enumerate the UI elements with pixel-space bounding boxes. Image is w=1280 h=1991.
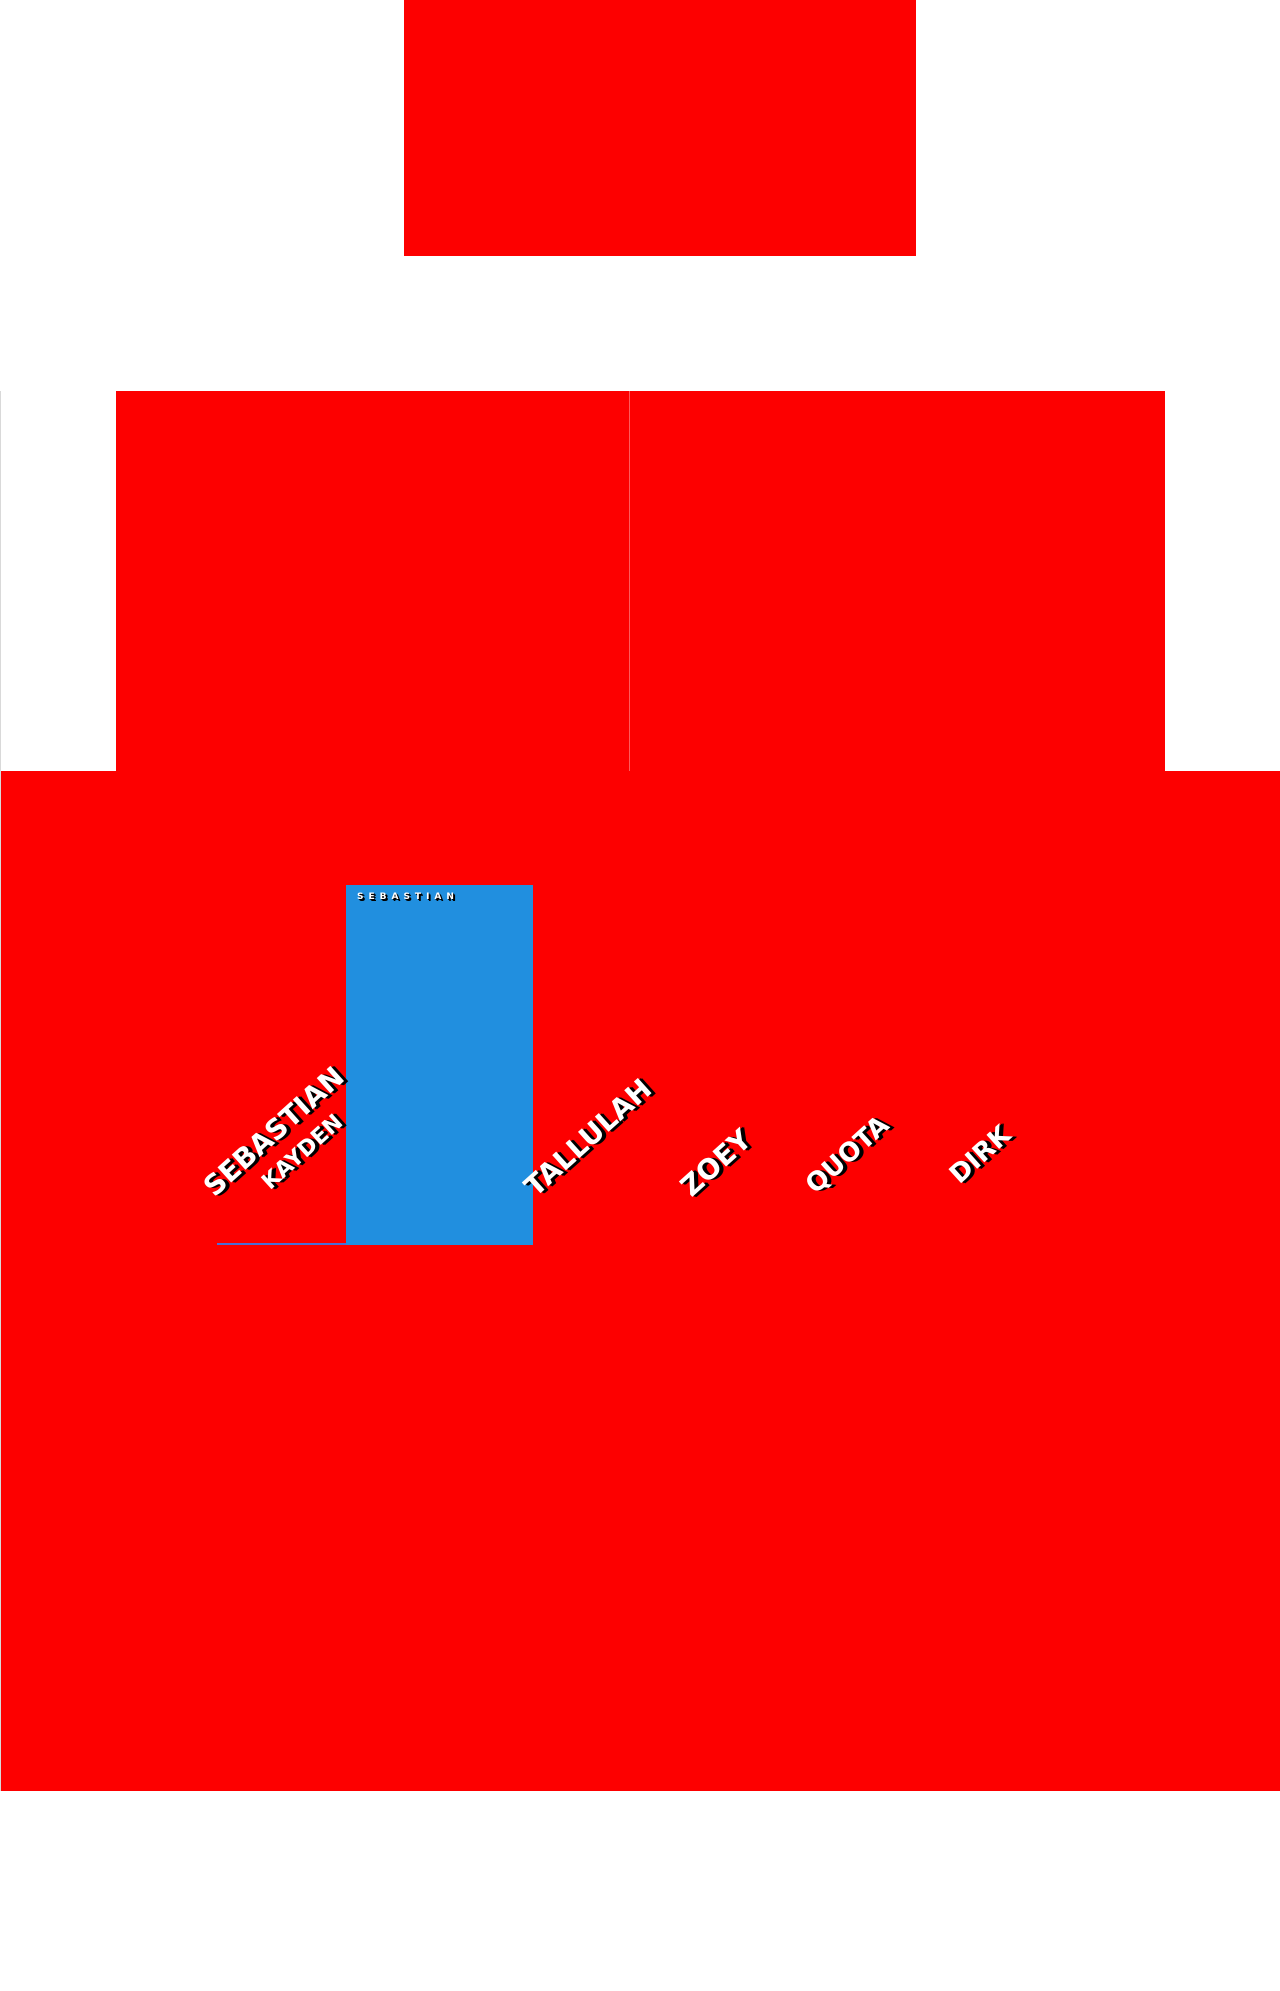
feature-panel-left bbox=[116, 391, 629, 771]
character-stage bbox=[0, 771, 1280, 1791]
hero-banner bbox=[404, 0, 916, 256]
card-title: SEBASTIAN bbox=[357, 892, 459, 902]
selection-underline bbox=[217, 1243, 346, 1245]
page: SEBASTIAN SEBASTIAN KAYDEN TALLULAH ZOEY… bbox=[0, 0, 1280, 1991]
feature-panel-right bbox=[629, 391, 1165, 771]
character-detail-card[interactable] bbox=[346, 885, 533, 1245]
page-edge-line bbox=[0, 391, 1, 1791]
